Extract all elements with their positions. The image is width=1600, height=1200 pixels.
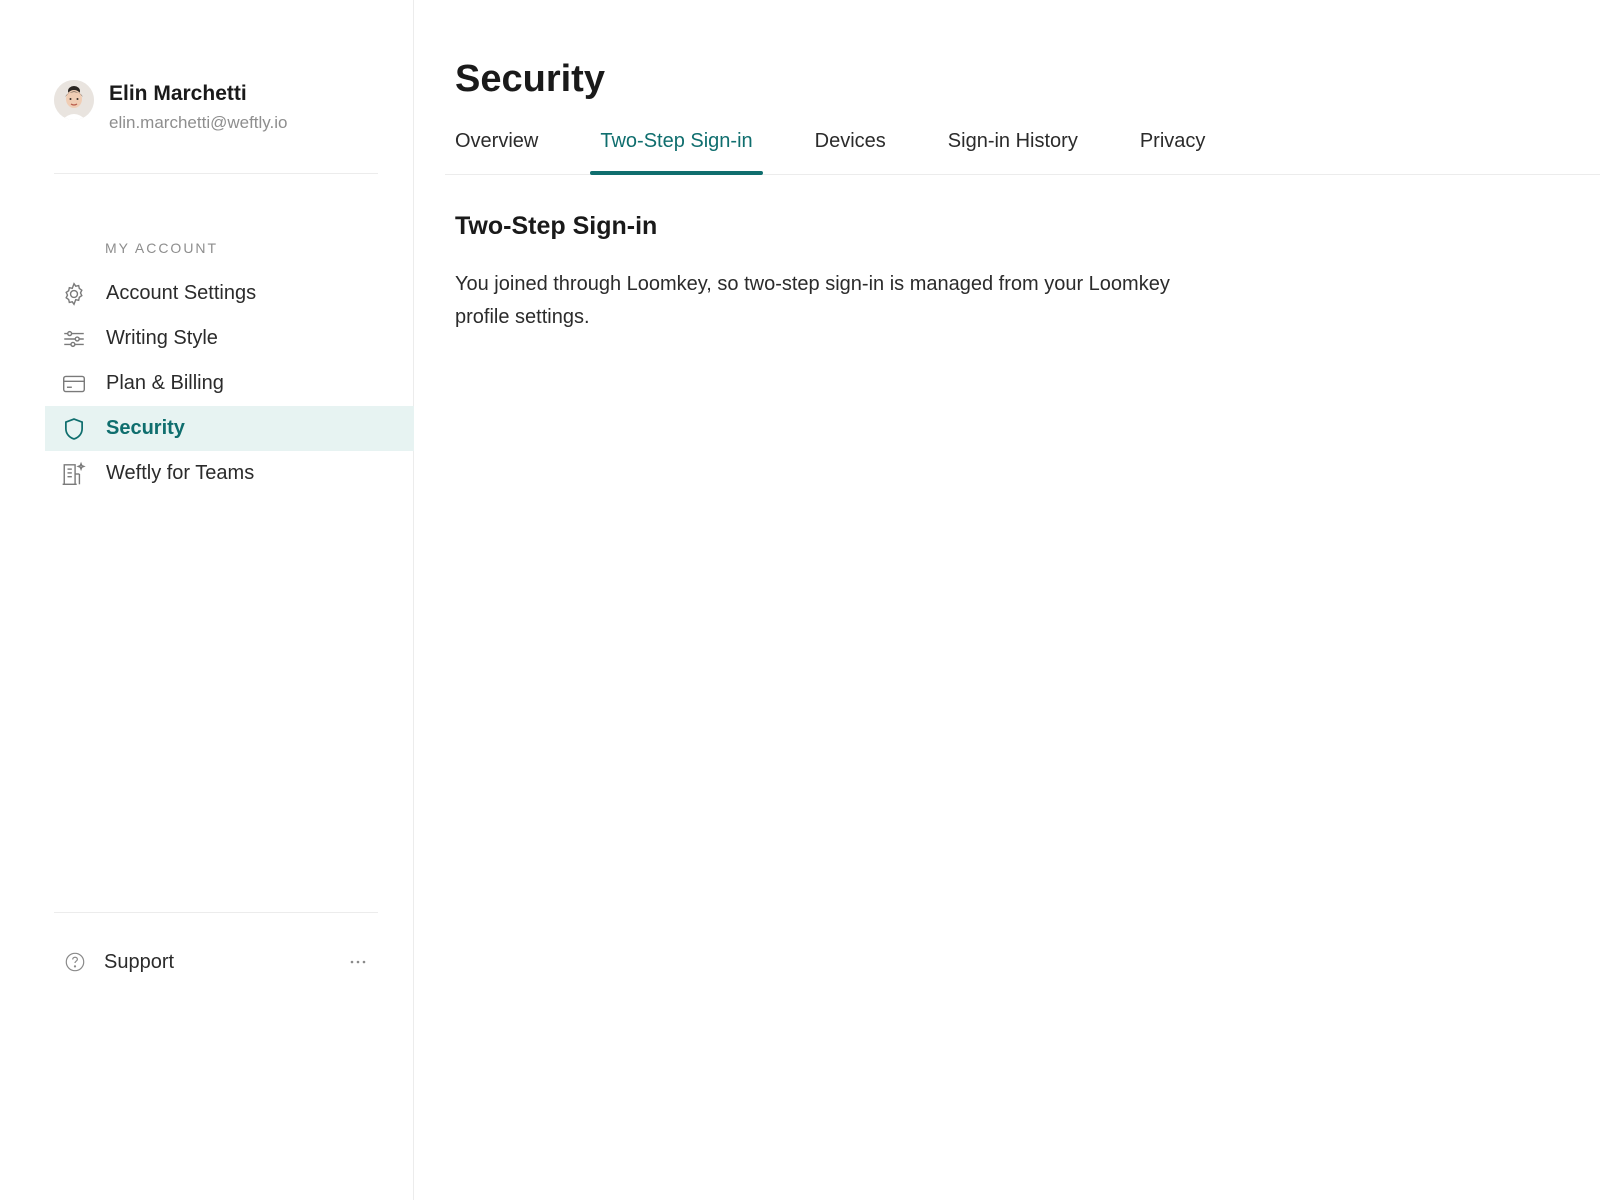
tab-overview[interactable]: Overview bbox=[445, 118, 548, 174]
sidebar-item-label: Writing Style bbox=[106, 327, 218, 349]
profile-text: Elin Marchetti elin.marchetti@weftly.io bbox=[109, 80, 288, 134]
sidebar-item-label: Account Settings bbox=[106, 282, 257, 304]
tab-devices[interactable]: Devices bbox=[805, 118, 896, 174]
sidebar-section-label: MY ACCOUNT bbox=[105, 240, 219, 256]
building-sparkle-icon bbox=[60, 460, 88, 488]
sidebar-nav: Account Settings Writing Style Plan & Bi… bbox=[45, 271, 414, 496]
main-content: Security Overview Two-Step Sign-in Devic… bbox=[415, 0, 1600, 1200]
sidebar-item-label: Weftly for Teams bbox=[106, 462, 255, 484]
sidebar-divider bbox=[54, 173, 378, 174]
avatar bbox=[54, 80, 94, 120]
tab-two-step-sign-in[interactable]: Two-Step Sign-in bbox=[590, 118, 763, 175]
sidebar-item-account-settings[interactable]: Account Settings bbox=[45, 271, 414, 316]
sidebar-item-security[interactable]: Security bbox=[45, 406, 414, 451]
sidebar: Elin Marchetti elin.marchetti@weftly.io … bbox=[0, 0, 414, 1200]
tab-privacy[interactable]: Privacy bbox=[1130, 118, 1216, 174]
page-title: Security bbox=[455, 58, 605, 100]
profile-name: Elin Marchetti bbox=[109, 82, 247, 105]
profile-card[interactable]: Elin Marchetti elin.marchetti@weftly.io bbox=[54, 80, 288, 134]
sidebar-item-label: Plan & Billing bbox=[106, 372, 224, 394]
sidebar-item-plan-billing[interactable]: Plan & Billing bbox=[45, 361, 414, 406]
shield-icon bbox=[60, 415, 88, 443]
sliders-icon bbox=[60, 325, 88, 353]
help-circle-icon bbox=[62, 949, 88, 975]
tab-sign-in-history[interactable]: Sign-in History bbox=[938, 118, 1088, 174]
section-body: You joined through Loomkey, so two-step … bbox=[455, 273, 1170, 328]
profile-email: elin.marchetti@weftly.io bbox=[109, 113, 288, 132]
more-options-icon[interactable] bbox=[346, 952, 370, 972]
support-label: Support bbox=[104, 950, 175, 973]
section-heading: Two-Step Sign-in bbox=[455, 212, 658, 240]
tab-bar: Overview Two-Step Sign-in Devices Sign-i… bbox=[445, 118, 1600, 175]
sidebar-item-label: Security bbox=[106, 417, 185, 439]
credit-card-icon bbox=[60, 370, 88, 398]
support-link[interactable]: Support bbox=[54, 944, 378, 980]
gear-icon bbox=[60, 280, 88, 308]
app-window: Elin Marchetti elin.marchetti@weftly.io … bbox=[0, 0, 1600, 1200]
sidebar-item-writing-style[interactable]: Writing Style bbox=[45, 316, 414, 361]
sidebar-item-teams[interactable]: Weftly for Teams bbox=[45, 451, 414, 496]
sidebar-divider-bottom bbox=[54, 912, 378, 913]
